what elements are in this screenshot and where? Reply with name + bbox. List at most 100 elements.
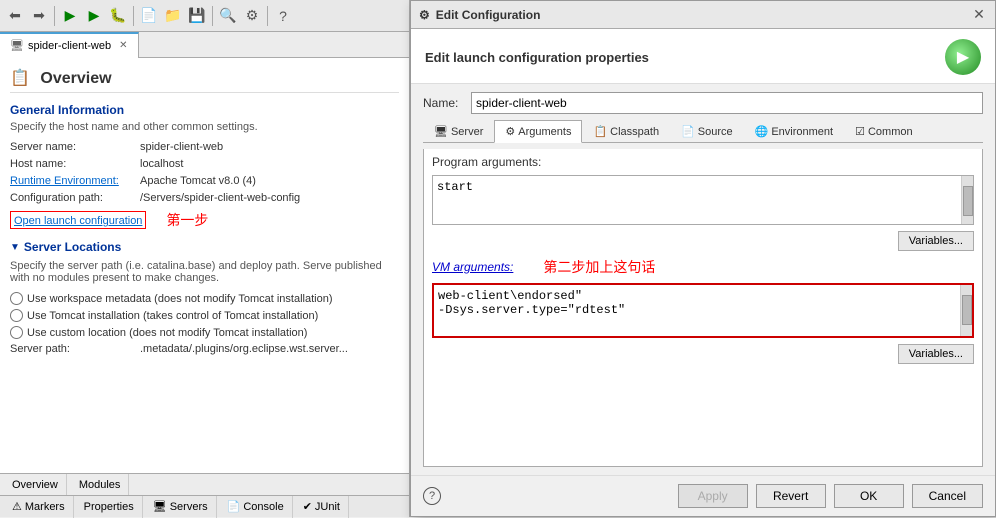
bottom-tab-modules[interactable]: Modules (71, 474, 130, 496)
console-icon: 📄 (227, 500, 241, 513)
markers-tab-console[interactable]: 📄 Console (219, 496, 293, 518)
vm-args-label: VM arguments: (432, 260, 513, 274)
server-path-label: Server path: (10, 343, 140, 355)
junit-icon: ✔ (303, 500, 312, 513)
config-tab-server[interactable]: 🖥 Server (423, 120, 494, 142)
markers-icon: ⚠ (12, 500, 22, 513)
edit-config-dialog: ⚙ Edit Configuration ✕ Edit launch confi… (410, 0, 996, 517)
toolbar-btn-run2[interactable]: ▶ (83, 5, 105, 27)
program-args-variables-btn[interactable]: Variables... (898, 231, 974, 251)
server-path-value: .metadata/.plugins/org.eclipse.wst.serve… (140, 343, 348, 355)
server-name-label: Server name: (10, 141, 140, 153)
vm-scrollbar-thumb (962, 295, 972, 325)
radio-tomcat-input[interactable] (10, 309, 23, 322)
markers-tab-markers[interactable]: ⚠ Markers (4, 496, 74, 518)
help-icon[interactable]: ? (423, 487, 441, 505)
ok-button[interactable]: OK (834, 484, 904, 508)
tab-content-arguments: Program arguments: start Variables... VM… (423, 149, 983, 467)
markers-tab-properties[interactable]: Properties (76, 496, 143, 518)
overview-icon: 📋 (10, 70, 30, 87)
radio-custom-input[interactable] (10, 326, 23, 339)
editor-tab-spider-client-web[interactable]: 🖥 spider-client-web ✕ (0, 32, 139, 58)
config-tab-environment[interactable]: 🌐 Environment (744, 120, 844, 142)
args-section: Program arguments: start Variables... VM… (424, 149, 982, 466)
host-name-label: Host name: (10, 158, 140, 170)
vm-args-wrapper: web-client\endorsed" -Dsys.server.type="… (432, 283, 974, 338)
config-tab-source[interactable]: 📄 Source (670, 120, 744, 142)
vm-args-scrollbar[interactable] (960, 285, 972, 336)
toolbar-btn-open[interactable]: 📁 (162, 5, 184, 27)
program-args-textarea[interactable]: start (433, 176, 961, 222)
dialog-close-button[interactable]: ✕ (971, 7, 987, 23)
config-tabs: 🖥 Server ⚙ Arguments 📋 Classpath 📄 Sourc… (423, 120, 983, 143)
server-locations-collapse[interactable]: Server Locations (10, 240, 399, 254)
scrollbar-thumb (963, 186, 973, 216)
open-launch-box: Open launch configuration (10, 211, 146, 229)
bottom-tabs-bar: Overview Modules (0, 473, 409, 495)
general-section-desc: Specify the host name and other common s… (10, 121, 399, 133)
toolbar-btn-run[interactable]: ▶ (59, 5, 81, 27)
dialog-header: Edit launch configuration properties ▶ (411, 29, 995, 84)
name-input[interactable] (471, 92, 983, 114)
overview-title: 📋 Overview (10, 68, 399, 93)
arguments-tab-icon: ⚙ (505, 125, 515, 138)
dialog-footer: ? Apply Revert OK Cancel (411, 475, 995, 516)
config-tab-classpath[interactable]: 📋 Classpath (582, 120, 670, 142)
toolbar-btn-search[interactable]: 🔍 (217, 5, 239, 27)
server-tab-icon: 🖥 (434, 125, 448, 138)
editor-tab-bar: 🖥 spider-client-web ✕ (0, 32, 409, 58)
dialog-header-title: Edit launch configuration properties (425, 50, 649, 65)
runtime-env-value: Apache Tomcat v8.0 (4) (140, 175, 256, 187)
toolbar-btn-new[interactable]: 📄 (138, 5, 160, 27)
toolbar-btn-settings[interactable]: ⚙ (241, 5, 263, 27)
run-icon: ▶ (945, 39, 981, 75)
toolbar-btn-back[interactable]: ⬅ (4, 5, 26, 27)
cancel-button[interactable]: Cancel (912, 484, 983, 508)
toolbar-btn-fwd[interactable]: ➡ (28, 5, 50, 27)
dialog-titlebar: ⚙ Edit Configuration ✕ (411, 1, 995, 29)
left-panel: ⬅ ➡ ▶ ▶ 🐛 📄 📁 💾 🔍 ⚙ ? 🖥 spider-client-we… (0, 0, 410, 517)
vm-args-variables-btn[interactable]: Variables... (898, 344, 974, 364)
program-args-wrapper: start (432, 175, 974, 225)
apply-button[interactable]: Apply (678, 484, 748, 508)
dialog-footer-buttons: Apply Revert OK Cancel (678, 484, 983, 508)
name-label: Name: (423, 96, 463, 110)
tab-label: spider-client-web (28, 40, 111, 52)
host-name-value: localhost (140, 158, 183, 170)
markers-tab-junit[interactable]: ✔ JUnit (295, 496, 349, 518)
server-path-row: Server path: .metadata/.plugins/org.ecli… (10, 343, 399, 355)
config-path-row: Configuration path: /Servers/spider-clie… (10, 192, 399, 204)
panel-content: 📋 Overview General Information Specify t… (0, 58, 409, 473)
program-args-scrollbar[interactable] (961, 176, 973, 224)
general-section-title: General Information (10, 103, 399, 117)
toolbar: ⬅ ➡ ▶ ▶ 🐛 📄 📁 💾 🔍 ⚙ ? (0, 0, 409, 32)
vm-args-label-row: VM arguments: 第二步加上这句话 (432, 257, 974, 277)
dialog-body: Name: 🖥 Server ⚙ Arguments 📋 Classpath 📄… (411, 84, 995, 475)
tab-close-icon[interactable]: ✕ (119, 40, 127, 51)
vm-args-textarea[interactable]: web-client\endorsed" -Dsys.server.type="… (434, 285, 960, 336)
env-tab-icon: 🌐 (755, 125, 769, 138)
open-launch-row: Open launch configuration 第一步 (10, 210, 399, 230)
runtime-env-label[interactable]: Runtime Environment: (10, 175, 140, 187)
step1-annotation: 第一步 (166, 210, 208, 230)
markers-tab-servers[interactable]: 🖥 Servers (145, 496, 217, 518)
common-tab-icon: ☑ (855, 125, 865, 138)
config-path-value: /Servers/spider-client-web-config (140, 192, 300, 204)
bottom-tab-overview[interactable]: Overview (4, 474, 67, 496)
toolbar-btn-help[interactable]: ? (272, 5, 294, 27)
open-launch-link[interactable]: Open launch configuration (14, 215, 142, 227)
classpath-tab-icon: 📋 (593, 125, 607, 138)
radio-workspace-input[interactable] (10, 292, 23, 305)
dialog-title-icon: ⚙ (419, 8, 430, 22)
source-tab-icon: 📄 (681, 125, 695, 138)
revert-button[interactable]: Revert (756, 484, 826, 508)
server-name-value: spider-client-web (140, 141, 223, 153)
toolbar-btn-debug[interactable]: 🐛 (107, 5, 129, 27)
markers-bar: ⚠ Markers Properties 🖥 Servers 📄 Console… (0, 495, 409, 517)
radio-workspace: Use workspace metadata (does not modify … (10, 292, 399, 305)
toolbar-btn-save[interactable]: 💾 (186, 5, 208, 27)
server-locations-desc: Specify the server path (i.e. catalina.b… (10, 260, 399, 284)
config-tab-arguments[interactable]: ⚙ Arguments (494, 120, 582, 143)
config-tab-common[interactable]: ☑ Common (844, 120, 924, 142)
runtime-env-row: Runtime Environment: Apache Tomcat v8.0 … (10, 175, 399, 187)
